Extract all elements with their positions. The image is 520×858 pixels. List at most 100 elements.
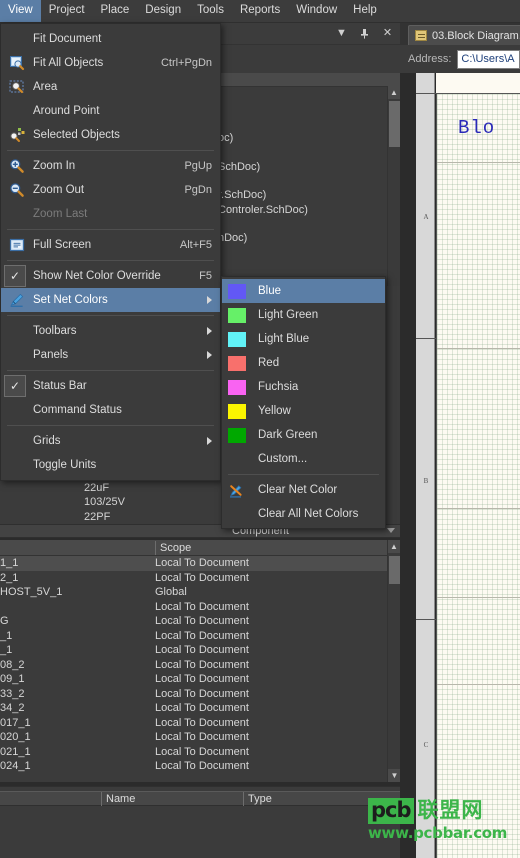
net-name-cell: G (0, 615, 9, 627)
scroll-thumb[interactable] (389, 101, 400, 147)
color-menu-item-yellow[interactable]: Yellow (222, 399, 385, 423)
menu-item-command-status[interactable]: Command Status (1, 398, 220, 422)
table-row[interactable]: 2_1 Local To Document (0, 571, 387, 586)
menu-bar: View Project Place Design Tools Reports … (0, 0, 520, 23)
chevron-down-icon[interactable] (387, 528, 395, 533)
net-scope-cell: Local To Document (155, 760, 249, 772)
color-menu-item-label: Dark Green (258, 428, 318, 441)
table-row[interactable]: 34_2 Local To Document (0, 701, 387, 716)
full-screen-icon (7, 236, 27, 254)
menu-item-toolbars[interactable]: Toolbars (1, 319, 220, 343)
table-row[interactable]: 09_1 Local To Document (0, 672, 387, 687)
menubar-item-place[interactable]: Place (93, 0, 138, 22)
table-row[interactable]: 017_1 Local To Document (0, 716, 387, 731)
clear-net-color-icon (228, 483, 246, 498)
menu-item-full-screen[interactable]: Full Screen Alt+F5 (1, 233, 220, 257)
menu-item-area[interactable]: Area (1, 75, 220, 99)
color-menu-item-custom[interactable]: Custom... (222, 447, 385, 471)
schematic-divider (437, 508, 520, 509)
scroll-up-icon[interactable]: ▲ (388, 540, 400, 553)
table-row[interactable]: 020_1 Local To Document (0, 730, 387, 745)
table-row[interactable]: G Local To Document (0, 614, 387, 629)
schematic-zone-label-b: B (423, 477, 429, 485)
check-icon: ✓ (4, 265, 26, 287)
menu-item-label: Show Net Color Override (33, 270, 161, 282)
net-table-header-scope[interactable]: Scope (155, 541, 387, 555)
menu-item-label: Full Screen (33, 239, 92, 251)
menu-item-toggle-units[interactable]: Toggle Units (1, 453, 220, 477)
net-table-body[interactable]: 1_1 Local To Document 2_1 Local To Document… (0, 556, 387, 782)
tree-panel-scrollbar[interactable]: ▲ (387, 86, 400, 286)
table-row[interactable]: Local To Document (0, 600, 387, 615)
menu-separator (228, 474, 379, 475)
menu-item-zoom-out[interactable]: Zoom Out PgDn (1, 178, 220, 202)
color-swatch (228, 307, 246, 323)
table-row[interactable]: HOST_5V_1 Global (0, 585, 387, 600)
color-menu-item-dark-green[interactable]: Dark Green (222, 423, 385, 447)
properties-table[interactable]: Name Type (0, 786, 400, 858)
table-row[interactable]: 024_1 Local To Document (0, 759, 387, 774)
area-zoom-icon (7, 78, 27, 96)
color-menu-item-red[interactable]: Red (222, 351, 385, 375)
color-menu-item-clear-all-net-colors[interactable]: Clear All Net Colors (222, 502, 385, 526)
color-menu-item-blue[interactable]: Blue (222, 279, 385, 303)
color-menu-item-light-blue[interactable]: Light Blue (222, 327, 385, 351)
menu-item-grids[interactable]: Grids (1, 429, 220, 453)
table-row[interactable]: 021_1 Local To Document (0, 745, 387, 760)
scroll-thumb[interactable] (389, 556, 400, 584)
menu-item-around-point[interactable]: Around Point (1, 99, 220, 123)
menu-item-shortcut: Ctrl+PgDn (160, 57, 212, 69)
document-tab[interactable]: 03.Block Diagram.S (408, 25, 520, 45)
menu-item-fit-all-objects[interactable]: Fit All Objects Ctrl+PgDn (1, 51, 220, 75)
color-menu-item-light-green[interactable]: Light Green (222, 303, 385, 327)
zoom-in-icon (7, 157, 27, 175)
document-tab-label: 03.Block Diagram.S (432, 29, 520, 42)
watermark-logo: pcb (368, 798, 414, 824)
menu-item-selected-objects[interactable]: Selected Objects (1, 123, 220, 147)
table-row[interactable]: 33_2 Local To Document (0, 687, 387, 702)
menu-item-zoom-in[interactable]: Zoom In PgUp (1, 154, 220, 178)
net-scope-cell: Local To Document (155, 629, 249, 642)
scroll-up-icon[interactable]: ▲ (388, 86, 400, 99)
menubar-item-tools[interactable]: Tools (189, 0, 232, 22)
color-menu-item-fuchsia[interactable]: Fuchsia (222, 375, 385, 399)
chevron-down-icon[interactable]: ▼ (335, 27, 348, 40)
menu-item-fit-document[interactable]: Fit Document (1, 27, 220, 51)
menubar-item-reports[interactable]: Reports (232, 0, 288, 22)
address-input[interactable]: C:\Users\A (457, 49, 520, 69)
table-row[interactable]: _1 Local To Document (0, 643, 387, 658)
menubar-item-view[interactable]: View (0, 0, 41, 22)
table-row[interactable]: 08_2 Local To Document (0, 658, 387, 673)
menu-item-show-net-color-override[interactable]: ✓ Show Net Color Override F5 (1, 264, 220, 288)
menubar-item-project[interactable]: Project (41, 0, 93, 22)
table-row[interactable]: 1_1 Local To Document (0, 556, 387, 571)
menu-separator (7, 260, 214, 261)
table-row[interactable]: _1 Local To Document (0, 629, 387, 644)
fit-all-objects-icon (7, 54, 27, 72)
watermark-cn-text: 联盟网 (417, 799, 484, 822)
color-menu-item-clear-net-color[interactable]: Clear Net Color (222, 478, 385, 502)
view-menu-popup[interactable]: Fit Document Fit All Objects Ctrl+PgDn Area… (0, 23, 221, 481)
check-icon: ✓ (4, 375, 26, 397)
properties-table-header: Name Type (0, 791, 400, 806)
menubar-item-window[interactable]: Window (288, 0, 345, 22)
schematic-document-icon (415, 30, 427, 41)
color-menu-item-label: Clear Net Color (258, 483, 338, 496)
schematic-canvas[interactable]: A B C Blo (400, 73, 520, 858)
properties-table-body[interactable] (0, 807, 400, 858)
menu-separator (7, 425, 214, 426)
net-table[interactable]: Scope 1_1 Local To Document 2_1 Local To Do… (0, 540, 400, 782)
menu-item-label: Fit Document (33, 33, 102, 45)
menubar-item-help[interactable]: Help (345, 0, 385, 22)
net-table-scrollbar[interactable]: ▲ ▼ (387, 540, 401, 782)
address-label: Address: (408, 53, 452, 65)
menubar-item-design[interactable]: Design (137, 0, 189, 22)
schematic-title-text: Blo (458, 117, 496, 139)
menu-item-set-net-colors[interactable]: Set Net Colors (1, 288, 220, 312)
menu-item-panels[interactable]: Panels (1, 343, 220, 367)
net-name-cell: HOST_5V_1 (0, 586, 63, 598)
set-net-colors-submenu[interactable]: Blue Light Green Light Blue Red Fuchsia Yello… (221, 276, 386, 529)
close-icon[interactable]: ✕ (381, 27, 394, 40)
menu-item-status-bar[interactable]: ✓ Status Bar (1, 374, 220, 398)
pin-icon[interactable] (358, 27, 371, 40)
